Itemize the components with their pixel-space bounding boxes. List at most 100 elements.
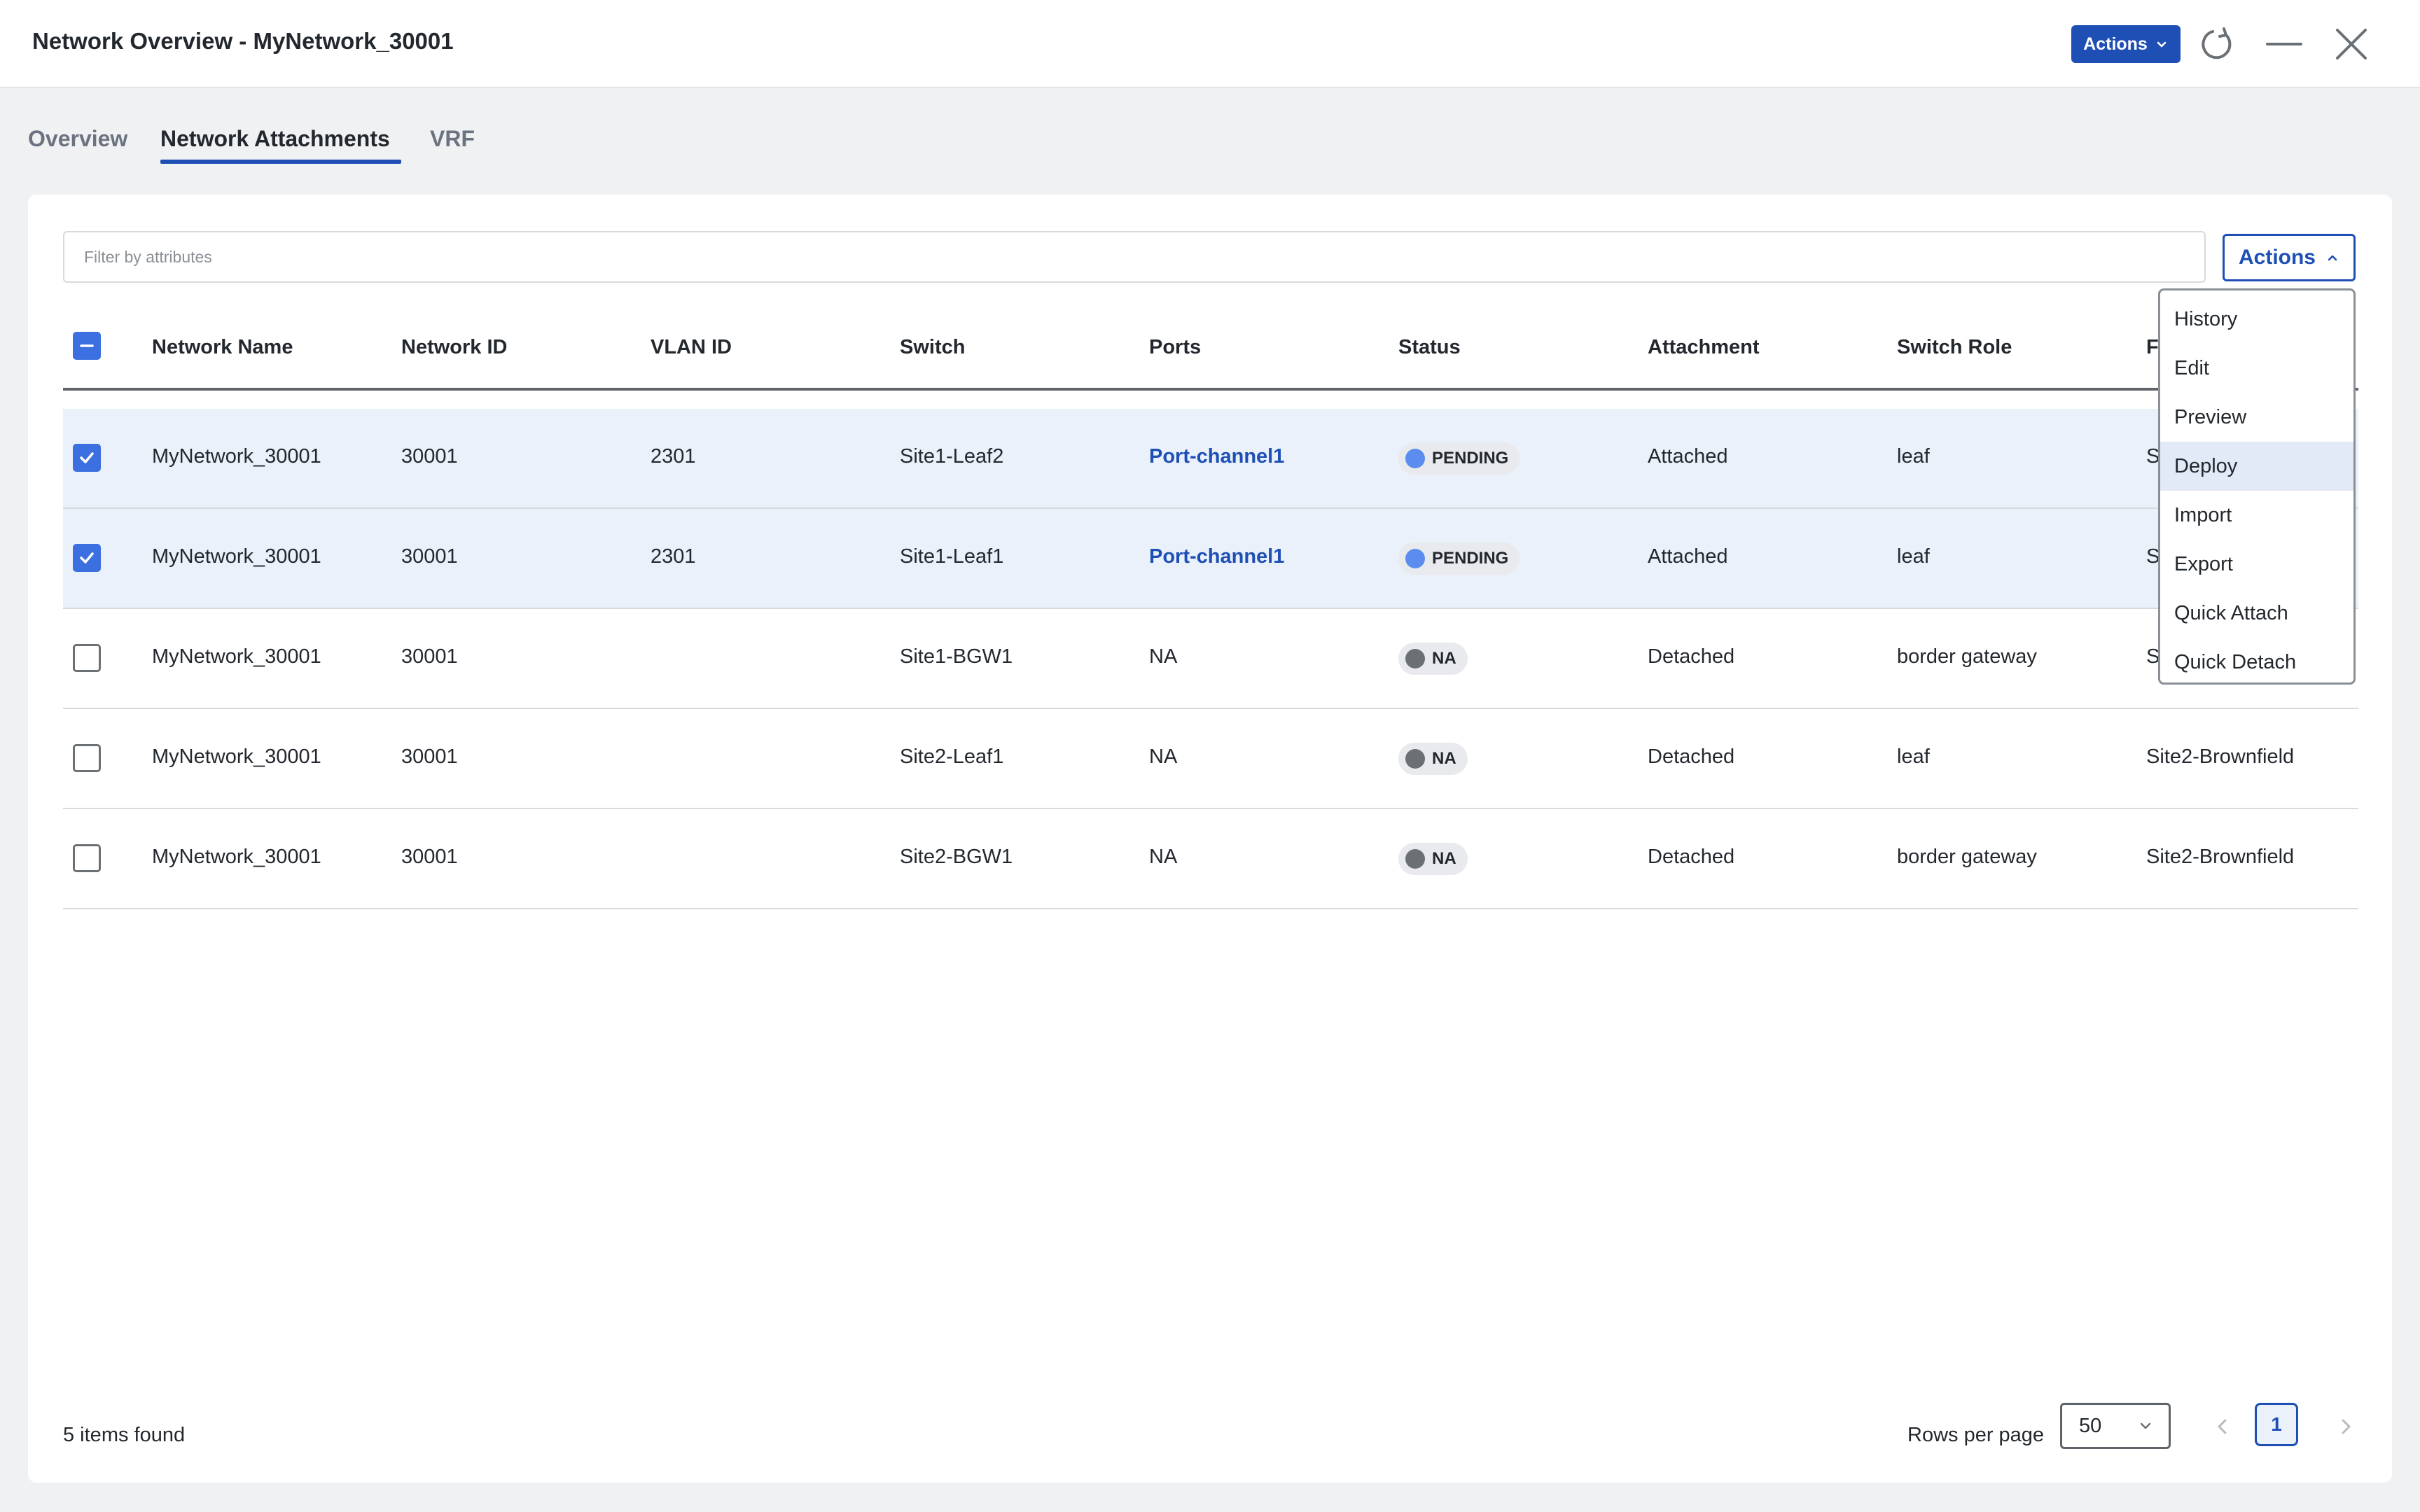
status-label: PENDING <box>1432 549 1509 568</box>
actions-dropdown-menu: History Edit Preview Deploy Import Expor… <box>2158 288 2356 685</box>
cell-ports-link[interactable]: Port-channel1 <box>1149 445 1284 468</box>
table-row[interactable]: MyNetwork_30001 30001 Site2-BGW1 NA NA D… <box>63 809 2358 909</box>
cell-switch-role: border gateway <box>1897 645 2037 668</box>
table-header: Network Name Network ID VLAN ID Switch P… <box>63 300 2358 391</box>
chevron-down-icon <box>2157 41 2167 48</box>
chevron-down-icon <box>2140 1422 2151 1429</box>
cell-network-name: MyNetwork_30001 <box>152 445 321 468</box>
rows-per-page-label: Rows per page <box>1907 1424 2045 1446</box>
window-header: Network Overview - MyNetwork_30001 Actio… <box>0 0 2420 88</box>
cell-switch-role: leaf <box>1897 445 1930 468</box>
cell-network-id: 30001 <box>401 746 458 768</box>
tab-vrf[interactable]: VRF <box>430 126 475 152</box>
column-header-network-name[interactable]: Network Name <box>152 336 293 359</box>
current-page-button[interactable]: 1 <box>2255 1403 2298 1446</box>
row-checkbox[interactable] <box>73 744 101 772</box>
pending-status-dot <box>1405 549 1425 568</box>
cell-network-id: 30001 <box>401 846 458 868</box>
table-row[interactable]: MyNetwork_30001 30001 Site2-Leaf1 NA NA … <box>63 709 2358 809</box>
row-checkbox[interactable] <box>73 644 101 672</box>
cell-fabric: Site2-Brownfield <box>2146 846 2295 868</box>
chevron-up-icon <box>2328 255 2337 261</box>
cell-switch: Site2-BGW1 <box>900 846 1013 868</box>
checkmark-icon <box>80 552 94 564</box>
attachments-panel: Actions Network Name Network ID VLAN ID … <box>28 195 2392 1483</box>
cell-ports: NA <box>1149 645 1178 668</box>
rows-per-page-value: 50 <box>2079 1414 2102 1437</box>
filter-input[interactable] <box>63 231 2206 283</box>
menu-item-quick-attach[interactable]: Quick Attach <box>2160 589 2353 638</box>
status-badge: PENDING <box>1398 442 1520 475</box>
row-checkbox[interactable] <box>73 444 101 472</box>
previous-page-button[interactable] <box>2209 1413 2237 1441</box>
status-badge: NA <box>1398 743 1468 775</box>
na-status-dot <box>1405 749 1425 769</box>
minimize-icon[interactable] <box>2263 23 2305 65</box>
chevron-left-icon <box>2218 1419 2227 1434</box>
rows-per-page-select[interactable]: 50 <box>2060 1403 2171 1449</box>
column-header-switch-role[interactable]: Switch Role <box>1897 336 2012 359</box>
select-all-checkbox[interactable] <box>73 332 101 360</box>
indeterminate-icon <box>80 344 94 347</box>
row-checkbox[interactable] <box>73 544 101 572</box>
column-header-attachment[interactable]: Attachment <box>1648 336 1760 359</box>
table-actions-label: Actions <box>2238 246 2316 269</box>
table-row[interactable]: MyNetwork_30001 30001 Site1-BGW1 NA NA D… <box>63 609 2358 709</box>
tab-network-attachments[interactable]: Network Attachments <box>160 126 390 152</box>
cell-network-id: 30001 <box>401 545 458 568</box>
cell-switch-role: leaf <box>1897 746 1930 768</box>
chevron-right-icon <box>2342 1419 2351 1434</box>
cell-vlan-id: 2301 <box>651 445 696 468</box>
pending-status-dot <box>1405 449 1425 468</box>
table-row[interactable]: MyNetwork_30001 30001 2301 Site1-Leaf1 P… <box>63 509 2358 609</box>
next-page-button[interactable] <box>2332 1413 2360 1441</box>
checkmark-icon <box>80 452 94 463</box>
refresh-icon[interactable] <box>2196 23 2238 65</box>
status-badge: NA <box>1398 843 1468 875</box>
cell-attachment: Detached <box>1648 645 1735 668</box>
cell-attachment: Detached <box>1648 746 1735 768</box>
menu-item-quick-detach[interactable]: Quick Detach <box>2160 638 2353 682</box>
status-label: PENDING <box>1432 449 1509 468</box>
menu-item-history[interactable]: History <box>2160 295 2353 344</box>
column-header-vlan-id[interactable]: VLAN ID <box>651 336 732 359</box>
status-label: NA <box>1432 849 1456 868</box>
row-checkbox[interactable] <box>73 844 101 872</box>
cell-attachment: Attached <box>1648 545 1728 568</box>
cell-attachment: Detached <box>1648 846 1735 868</box>
cell-switch: Site1-BGW1 <box>900 645 1013 668</box>
status-label: NA <box>1432 649 1456 668</box>
active-tab-indicator <box>160 160 401 164</box>
header-actions-button[interactable]: Actions <box>2071 25 2181 63</box>
cell-ports: NA <box>1149 746 1178 768</box>
cell-switch: Site2-Leaf1 <box>900 746 1004 768</box>
menu-item-import[interactable]: Import <box>2160 491 2353 540</box>
cell-switch-role: border gateway <box>1897 846 2037 868</box>
cell-network-name: MyNetwork_30001 <box>152 545 321 568</box>
tab-overview[interactable]: Overview <box>28 126 127 152</box>
status-badge: NA <box>1398 643 1468 675</box>
column-header-switch[interactable]: Switch <box>900 336 965 359</box>
close-icon[interactable] <box>2330 23 2372 65</box>
column-header-status[interactable]: Status <box>1398 336 1461 359</box>
column-header-ports[interactable]: Ports <box>1149 336 1201 359</box>
cell-ports-link[interactable]: Port-channel1 <box>1149 545 1284 568</box>
cell-switch: Site1-Leaf1 <box>900 545 1004 568</box>
na-status-dot <box>1405 849 1425 869</box>
cell-network-name: MyNetwork_30001 <box>152 746 321 768</box>
cell-switch: Site1-Leaf2 <box>900 445 1004 468</box>
menu-item-preview[interactable]: Preview <box>2160 393 2353 442</box>
table-actions-button[interactable]: Actions <box>2223 234 2356 281</box>
cell-vlan-id: 2301 <box>651 545 696 568</box>
menu-item-export[interactable]: Export <box>2160 540 2353 589</box>
status-badge: PENDING <box>1398 542 1520 575</box>
window-title: Network Overview - MyNetwork_30001 <box>32 28 454 54</box>
cell-fabric: Site2-Brownfield <box>2146 746 2295 768</box>
cell-ports: NA <box>1149 846 1178 868</box>
column-header-network-id[interactable]: Network ID <box>401 336 507 359</box>
cell-network-name: MyNetwork_30001 <box>152 645 321 668</box>
menu-item-deploy[interactable]: Deploy <box>2160 442 2353 491</box>
cell-switch-role: leaf <box>1897 545 1930 568</box>
table-row[interactable]: MyNetwork_30001 30001 2301 Site1-Leaf2 P… <box>63 409 2358 509</box>
menu-item-edit[interactable]: Edit <box>2160 344 2353 393</box>
